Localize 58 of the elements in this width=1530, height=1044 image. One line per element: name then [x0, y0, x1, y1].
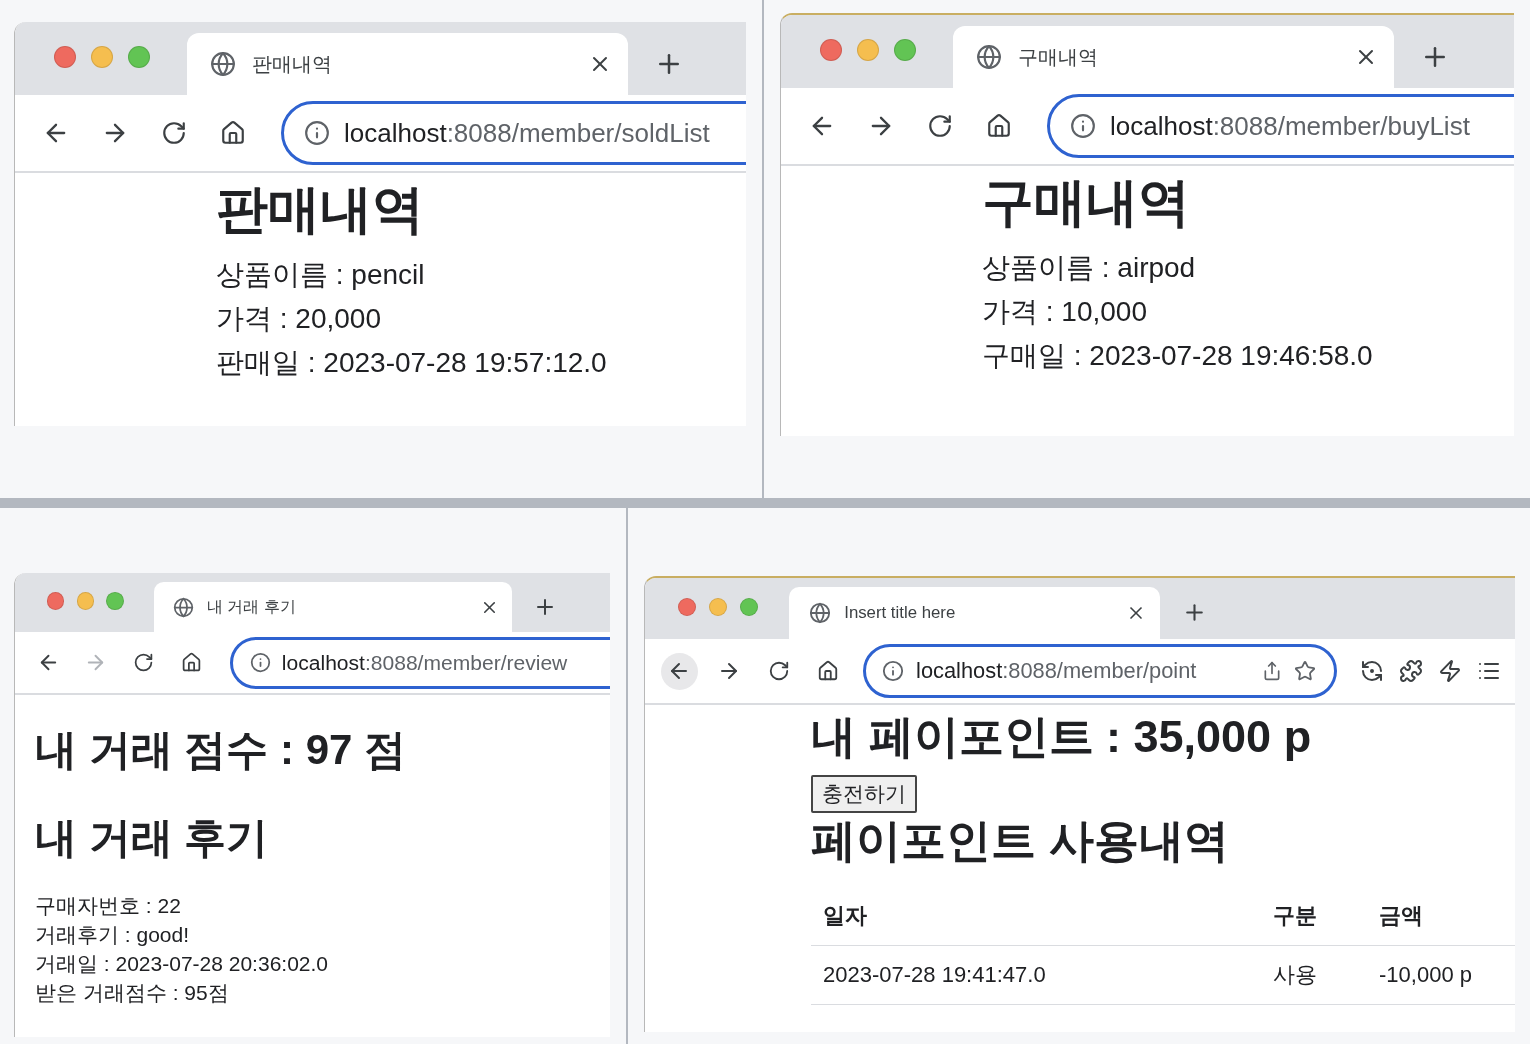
table-cell: -10,000 p	[1367, 945, 1515, 1005]
browser-tab[interactable]: 내 거래 후기	[154, 581, 512, 633]
review-detail-text: 받은 거래점수 : 95점	[35, 980, 230, 1007]
globe-icon	[210, 51, 236, 77]
page-heading: 판매내역	[216, 179, 425, 239]
globe-icon	[172, 596, 194, 618]
points-heading: 내 페이포인트 : 35,000 p	[811, 709, 1313, 764]
review-detail-text: 구매자번호 : 22	[35, 893, 182, 920]
lightning-icon[interactable]	[1438, 659, 1462, 684]
column-header: 구분	[1261, 886, 1367, 946]
detail-text: 상품이름 : airpod	[982, 251, 1197, 285]
reload-icon[interactable]	[133, 652, 155, 674]
sync-icon[interactable]	[1359, 659, 1384, 684]
score-heading: 내 거래 점수 : 97 점	[35, 725, 408, 776]
star-icon[interactable]	[1293, 660, 1316, 683]
detail-text: 가격 : 20,000	[216, 302, 382, 336]
info-icon	[1070, 113, 1096, 139]
detail-text: 상품이름 : pencil	[216, 258, 426, 292]
close-window-button[interactable]	[677, 597, 697, 617]
close-window-button[interactable]	[820, 38, 842, 61]
reload-icon[interactable]	[767, 660, 790, 683]
reload-icon[interactable]	[161, 120, 187, 146]
browser-tab[interactable]: 구매내역	[953, 26, 1394, 88]
detail-text: 판매일 : 2023-07-28 19:57:12.0	[216, 346, 608, 380]
address-bar[interactable]: localhost:8088/member/point	[862, 644, 1338, 698]
detail-text: 구매일 : 2023-07-28 19:46:58.0	[982, 339, 1374, 373]
globe-icon	[976, 44, 1002, 70]
review-detail-text: 거래일 : 2023-07-28 20:36:02.0	[35, 951, 329, 978]
address-bar[interactable]: localhost:8088/member/buyList	[1047, 94, 1514, 158]
tab-title: 구매내역	[1018, 44, 1099, 70]
home-icon[interactable]	[986, 113, 1012, 139]
info-icon	[882, 660, 905, 683]
reload-icon[interactable]	[927, 113, 953, 139]
globe-icon	[808, 602, 831, 625]
info-icon	[249, 652, 271, 674]
tab-title: Insert title here	[844, 603, 957, 624]
info-icon	[304, 120, 330, 146]
column-header: 일자	[811, 886, 1261, 946]
review-heading: 내 거래 후기	[35, 813, 270, 864]
home-icon[interactable]	[220, 120, 246, 146]
browser-tab[interactable]: Insert title here	[789, 587, 1160, 640]
close-window-button[interactable]	[54, 45, 76, 68]
detail-text: 가격 : 10,000	[982, 295, 1148, 329]
home-icon[interactable]	[817, 660, 840, 683]
browser-tab[interactable]: 판매내역	[187, 33, 628, 95]
tab-title: 내 거래 후기	[206, 596, 297, 617]
page-heading: 구매내역	[982, 172, 1191, 232]
table-cell: 사용	[1261, 945, 1367, 1005]
history-heading: 페이포인트 사용내역	[811, 813, 1230, 868]
puzzle-icon[interactable]	[1398, 659, 1423, 684]
review-detail-text: 거래후기 : good!	[35, 922, 191, 949]
home-icon[interactable]	[181, 652, 202, 674]
column-header: 금액	[1367, 886, 1515, 946]
table-cell: 2023-07-28 19:41:47.0	[811, 945, 1261, 1005]
back-button[interactable]	[660, 652, 698, 690]
tab-title: 판매내역	[252, 51, 333, 77]
charge-button[interactable]: 충전하기	[811, 774, 917, 813]
close-window-button[interactable]	[46, 592, 65, 610]
